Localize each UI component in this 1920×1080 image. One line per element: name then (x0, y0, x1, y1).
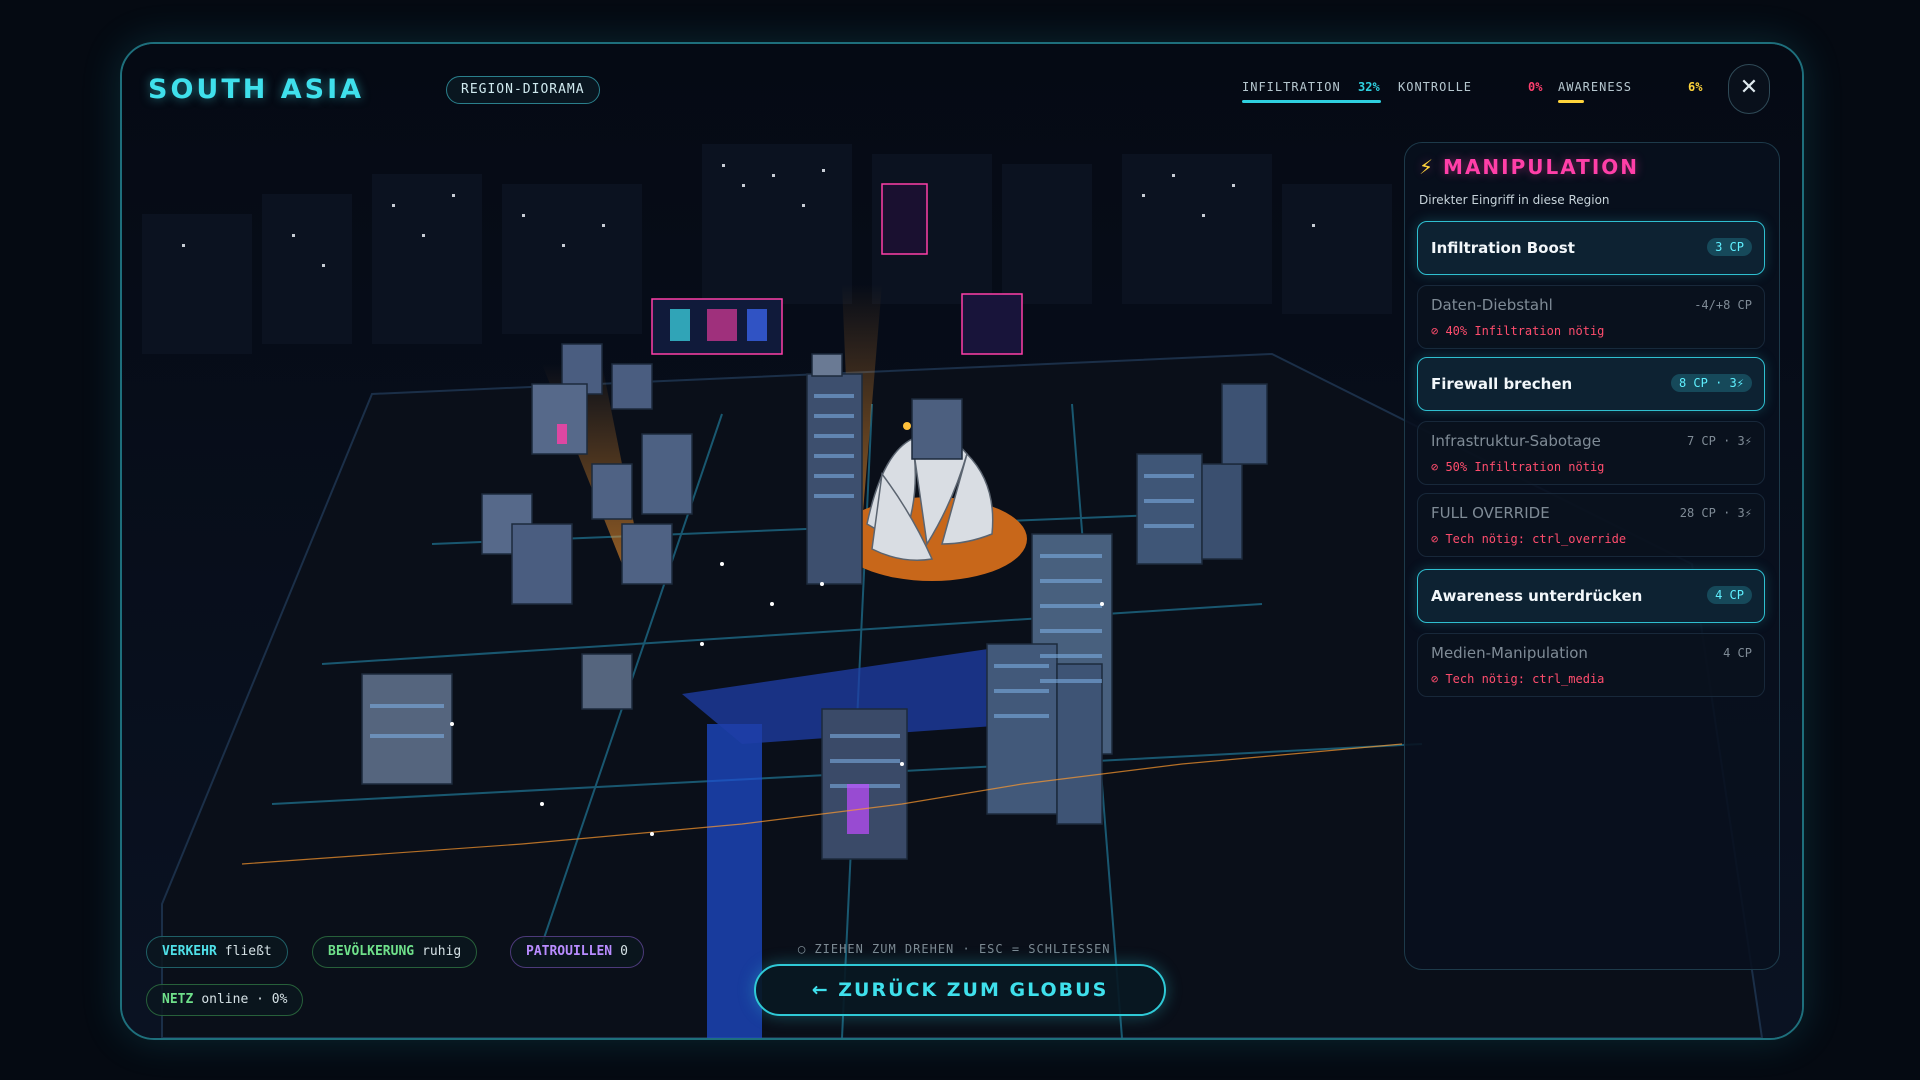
back-to-globe-button[interactable]: ← ZURÜCK ZUM GLOBUS (754, 964, 1166, 1016)
chip-value: fließt (224, 944, 272, 959)
action-cost-badge: 3 CP (1707, 238, 1752, 256)
chip-key: VERKEHR (162, 944, 217, 959)
action-requirement: ⊘ Tech nötig: ctrl_media (1431, 672, 1605, 686)
panel-title-text: MANIPULATION (1443, 155, 1639, 179)
action-cost: 4 CP (1723, 646, 1752, 660)
action-name: Daten-Diebstahl (1431, 296, 1553, 314)
close-button[interactable]: ✕ (1728, 64, 1770, 114)
manipulation-panel: ⚡ MANIPULATION Direkter Eingriff in diese… (1404, 142, 1780, 970)
action-name: Infrastruktur-Sabotage (1431, 432, 1601, 450)
action-cost: 28 CP · 3⚡ (1679, 506, 1752, 520)
stat-label: KONTROLLE (1398, 80, 1473, 94)
stat-value: 0% (1528, 80, 1543, 94)
action-name: Infiltration Boost (1431, 239, 1575, 257)
action-cost-badge: 8 CP · 3⚡ (1670, 374, 1752, 392)
stat-value: 6% (1688, 80, 1703, 94)
action-awareness-unterdruecken[interactable]: Awareness unterdrücken 4 CP (1417, 569, 1765, 623)
status-chip-population: BEVÖLKERUNG ruhig (312, 936, 478, 968)
action-daten-diebstahl: Daten-Diebstahl -4/+8 CP ⊘ 40% Infiltrat… (1417, 285, 1765, 349)
stat-bar (1242, 100, 1381, 103)
action-firewall-brechen[interactable]: Firewall brechen 8 CP · 3⚡ (1417, 357, 1765, 411)
panel-title: ⚡ MANIPULATION (1419, 155, 1639, 179)
chip-value: online · 0% (201, 992, 288, 1007)
action-cost-badge: 4 CP (1707, 586, 1752, 604)
action-name: Medien-Manipulation (1431, 644, 1588, 662)
chip-key: NETZ (162, 992, 194, 1007)
panel-subtitle: Direkter Eingriff in diese Region (1419, 193, 1610, 207)
action-cost: -4/+8 CP (1694, 298, 1752, 312)
action-medien-manipulation: Medien-Manipulation 4 CP ⊘ Tech nötig: c… (1417, 633, 1765, 697)
neon-sign (557, 424, 567, 444)
stat-value: 32% (1358, 80, 1380, 94)
action-requirement: ⊘ 40% Infiltration nötig (1431, 324, 1605, 338)
status-chip-net: NETZ online · 0% (146, 984, 304, 1016)
action-full-override: FULL OVERRIDE 28 CP · 3⚡ ⊘ Tech nötig: c… (1417, 493, 1765, 557)
temple-beacon (903, 422, 911, 430)
region-title: SOUTH ASIA (148, 74, 365, 105)
chip-value: ruhig (422, 944, 462, 959)
action-infrastruktur-sabotage: Infrastruktur-Sabotage 7 CP · 3⚡ ⊘ 50% I… (1417, 421, 1765, 485)
action-cost: 7 CP · 3⚡ (1686, 434, 1752, 448)
action-infiltration-boost[interactable]: Infiltration Boost 3 CP (1417, 221, 1765, 275)
chip-value: 0 (620, 944, 628, 959)
chip-key: PATROUILLEN (526, 944, 613, 959)
chip-key: BEVÖLKERUNG (328, 944, 415, 959)
controls-hint: ◯ ZIEHEN ZUM DREHEN · ESC = SCHLIESSEN (798, 942, 1111, 956)
status-chip-traffic: VERKEHR fließt (146, 936, 288, 968)
action-name: Firewall brechen (1431, 375, 1573, 393)
status-chip-patrols: PATROUILLEN 0 (510, 936, 644, 968)
close-icon: ✕ (1739, 75, 1759, 100)
bolt-icon: ⚡ (1419, 155, 1436, 179)
action-name: FULL OVERRIDE (1431, 504, 1550, 522)
stat-label: AWARENESS (1558, 80, 1633, 94)
action-requirement: ⊘ 50% Infiltration nötig (1431, 460, 1605, 474)
stat-bar (1558, 100, 1584, 103)
action-requirement: ⊘ Tech nötig: ctrl_override (1431, 532, 1627, 546)
action-name: Awareness unterdrücken (1431, 587, 1643, 605)
region-badge: REGION-DIORAMA (446, 76, 600, 104)
region-diorama-window: SOUTH ASIA REGION-DIORAMA INFILTRATION 3… (120, 42, 1804, 1040)
stat-label: INFILTRATION (1242, 80, 1341, 94)
